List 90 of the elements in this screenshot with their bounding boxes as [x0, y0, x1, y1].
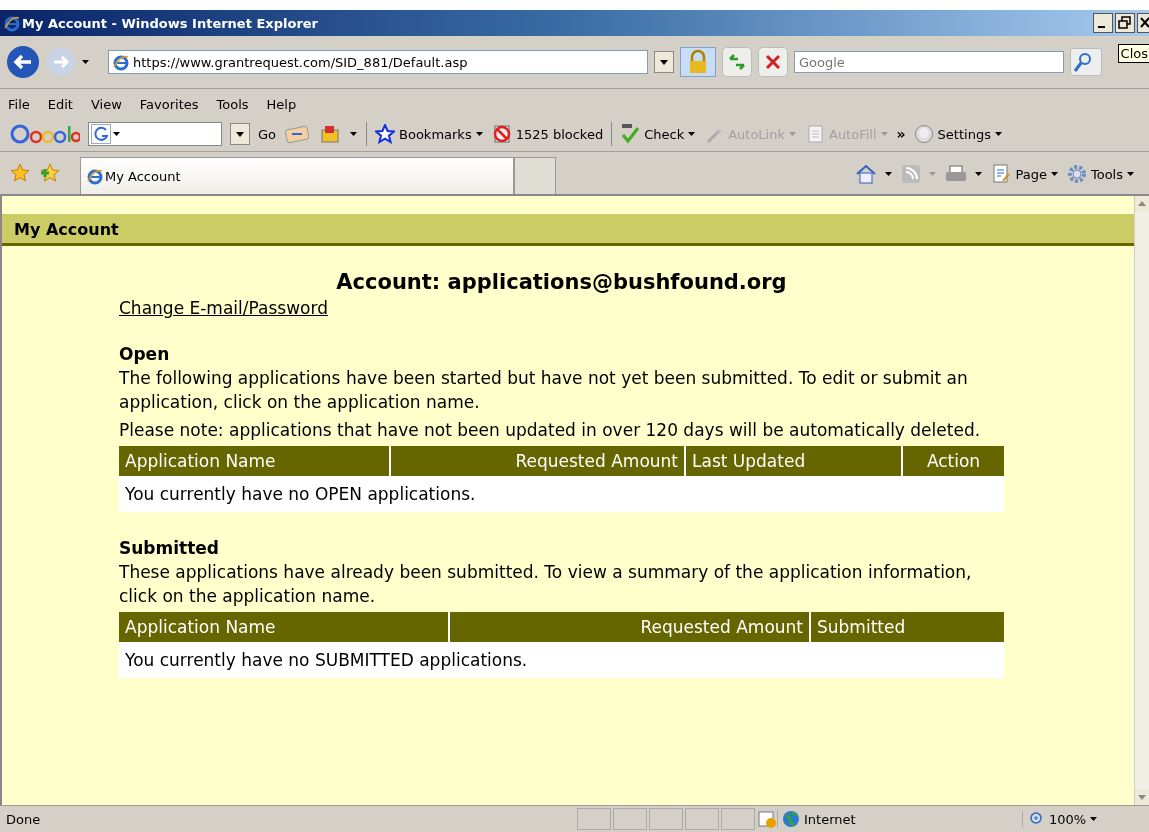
refresh-icon[interactable]	[722, 47, 752, 77]
security-warning-icon	[757, 810, 777, 828]
page-header: My Account	[2, 214, 1134, 246]
change-password-link[interactable]: Change E-mail/Password	[119, 298, 328, 318]
caret-icon[interactable]	[975, 171, 984, 177]
scroll-down-icon[interactable]	[1135, 789, 1149, 805]
browser-icon	[87, 167, 103, 185]
caret-icon[interactable]	[350, 131, 359, 137]
column-header: Last Updated	[684, 446, 901, 476]
caret-icon[interactable]	[885, 171, 894, 177]
blocked-icon	[491, 124, 512, 144]
star-icon	[375, 124, 396, 144]
add-favorite-icon[interactable]	[40, 163, 60, 183]
page-icon	[113, 53, 129, 71]
settings-button[interactable]: Settings	[913, 124, 1003, 144]
page-icon	[991, 164, 1012, 184]
section-title: Submitted	[119, 538, 220, 558]
security-zone: Internet	[777, 810, 1022, 828]
scroll-up-icon[interactable]	[1135, 196, 1149, 212]
column-header: Requested Amount	[448, 612, 809, 642]
account-heading: Account: applications@bushfound.org	[335, 270, 788, 294]
column-header: Action	[901, 446, 1004, 476]
status-pane	[649, 808, 683, 830]
empty-message: You currently have no SUBMITTED applications.	[124, 649, 529, 672]
scrollbar[interactable]	[1134, 196, 1149, 805]
minimize-icon[interactable]	[1093, 13, 1113, 33]
menu-item[interactable]: Help	[266, 96, 297, 112]
caret-icon	[880, 131, 889, 137]
stop-icon[interactable]	[758, 47, 788, 77]
command-button[interactable]: Page	[991, 164, 1059, 184]
status-pane	[685, 808, 719, 830]
blocked-button[interactable]: 1525 blocked	[491, 124, 604, 144]
tooltip: Clos	[1117, 44, 1149, 63]
close-icon[interactable]	[1137, 13, 1149, 33]
status-pane	[577, 808, 611, 830]
printer-icon[interactable]	[945, 164, 968, 184]
search-icon[interactable]	[1073, 51, 1093, 73]
restore-icon[interactable]	[1115, 13, 1135, 33]
window-title: My Account - Windows Internet Explorer	[22, 15, 319, 31]
caret-icon	[1050, 171, 1059, 177]
globe-icon	[782, 810, 800, 828]
search-field[interactable]: Google	[794, 51, 1064, 73]
menu-item[interactable]: Tools	[216, 96, 249, 112]
go-button[interactable]: Go	[258, 126, 277, 142]
status-pane	[613, 808, 647, 830]
favorites-star-icon[interactable]	[10, 163, 30, 183]
caret-icon[interactable]	[82, 59, 90, 65]
spellcheck-icon	[620, 124, 641, 144]
back-icon[interactable]	[6, 45, 40, 79]
google-icon	[91, 124, 111, 144]
address-field[interactable]: https://www.grantrequest.com/SID_881/Default.asp	[108, 50, 648, 74]
column-header: Submitted	[809, 612, 1004, 642]
caret-icon	[789, 131, 797, 137]
google-logo-icon	[10, 123, 80, 145]
caret-icon	[1127, 171, 1135, 177]
browser-tab[interactable]: My Account	[80, 157, 514, 194]
section-title: Open	[119, 344, 171, 364]
section-text: Please note: applications that have not been updated in over 120 days will be automatically deleted.	[119, 419, 982, 442]
column-header: Requested Amount	[389, 446, 684, 476]
section-text: These applications have already been submitted. To view a summary of the application information, click on the application name.	[119, 561, 973, 608]
status-pane	[721, 808, 755, 830]
radio-icon	[913, 124, 934, 144]
menu-item[interactable]: File	[8, 96, 30, 112]
caret-icon	[113, 131, 121, 137]
form-icon	[805, 124, 825, 144]
dropdown-icon[interactable]	[654, 51, 674, 73]
caret-icon	[475, 131, 484, 137]
chevron-icon[interactable]: »	[896, 126, 906, 142]
home-icon[interactable]	[855, 164, 878, 184]
check-button[interactable]: Check	[620, 124, 697, 144]
menu-item[interactable]: Favorites	[139, 96, 199, 112]
gear-icon	[1066, 164, 1087, 184]
padlock-icon	[680, 47, 716, 77]
empty-message: You currently have no OPEN applications.	[124, 483, 477, 506]
status-text: Done	[5, 811, 42, 827]
column-header: Application Name	[124, 616, 277, 639]
command-button[interactable]: Tools	[1066, 164, 1135, 184]
column-header: Application Name	[124, 450, 277, 473]
caret-icon	[688, 131, 697, 137]
menu-item[interactable]: Edit	[47, 96, 73, 112]
dropdown-icon[interactable]	[230, 123, 250, 145]
zoom-icon	[1029, 811, 1045, 827]
bookmarks-button[interactable]: Bookmarks	[375, 124, 484, 144]
browser-icon	[4, 14, 20, 32]
caret-icon	[994, 131, 1003, 137]
menu-item[interactable]: View	[90, 96, 122, 112]
caret-icon	[1090, 816, 1099, 822]
section-text: The following applications have been started but have not yet been submitted. To edit or submit an application, click on the application name.	[119, 367, 969, 414]
search-field[interactable]	[88, 122, 222, 146]
zoom-control[interactable]: 100%	[1022, 811, 1149, 827]
